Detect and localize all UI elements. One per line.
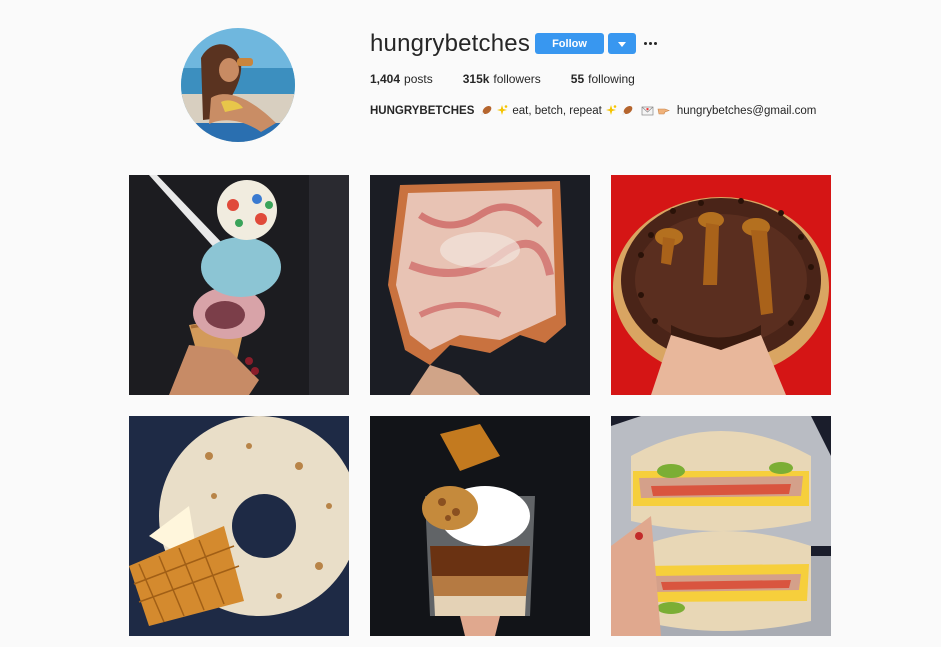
post-tile-6[interactable]: [611, 416, 831, 636]
profile-avatar[interactable]: [181, 28, 295, 142]
post-tile-4[interactable]: [129, 416, 349, 636]
drumstick-emoji-icon: [480, 104, 493, 117]
following-count-value: 55: [570, 72, 585, 86]
following-count-label: following: [588, 72, 635, 86]
profile-username: hungrybetches: [370, 30, 531, 57]
posts-count-value: 1,404: [370, 72, 401, 86]
post-image-chocolate-donut: [611, 175, 831, 395]
post-tile-5[interactable]: [370, 416, 590, 636]
post-image-glazed-donut: [129, 416, 349, 636]
profile-page: hungrybetches Follow 1,404 posts 315k fo…: [0, 0, 941, 647]
post-tile-2[interactable]: [370, 175, 590, 395]
drumstick-emoji-icon: [621, 104, 634, 117]
following-count[interactable]: 55 following: [571, 72, 635, 86]
bio-tagline: eat, betch, repeat: [512, 104, 602, 117]
profile-stats: 1,404 posts 315k followers 55 following: [370, 72, 665, 86]
posts-grid: [129, 175, 831, 647]
posts-count: 1,404 posts: [370, 72, 433, 86]
post-image-coffee-dessert: [370, 416, 590, 636]
post-tile-1[interactable]: [129, 175, 349, 395]
follow-button[interactable]: Follow: [535, 33, 604, 54]
post-image-bagel-sandwich: [611, 416, 831, 636]
post-image-pizza: [370, 175, 590, 395]
sparkles-emoji-icon: [496, 104, 509, 117]
ellipsis-icon[interactable]: [642, 36, 658, 50]
posts-count-label: posts: [404, 72, 433, 86]
profile-bio: HUNGRYBETCHES eat, betch, repeat hungryb…: [370, 104, 816, 117]
followers-count-value: 315k: [462, 72, 490, 86]
followers-count[interactable]: 315k followers: [463, 72, 541, 86]
bio-full-name: HUNGRYBETCHES: [370, 104, 475, 117]
sparkles-emoji-icon: [605, 104, 618, 117]
pointing-hand-emoji-icon: [657, 104, 670, 117]
suggested-accounts-dropdown-button[interactable]: [608, 33, 636, 54]
post-image-ice-cream: [129, 175, 349, 395]
envelope-emoji-icon: [641, 104, 654, 117]
post-tile-3[interactable]: [611, 175, 831, 395]
caret-down-icon: [618, 36, 626, 51]
bio-email-link[interactable]: hungrybetches@gmail.com: [677, 105, 817, 117]
followers-count-label: followers: [493, 72, 541, 86]
avatar-photo: [181, 28, 295, 142]
